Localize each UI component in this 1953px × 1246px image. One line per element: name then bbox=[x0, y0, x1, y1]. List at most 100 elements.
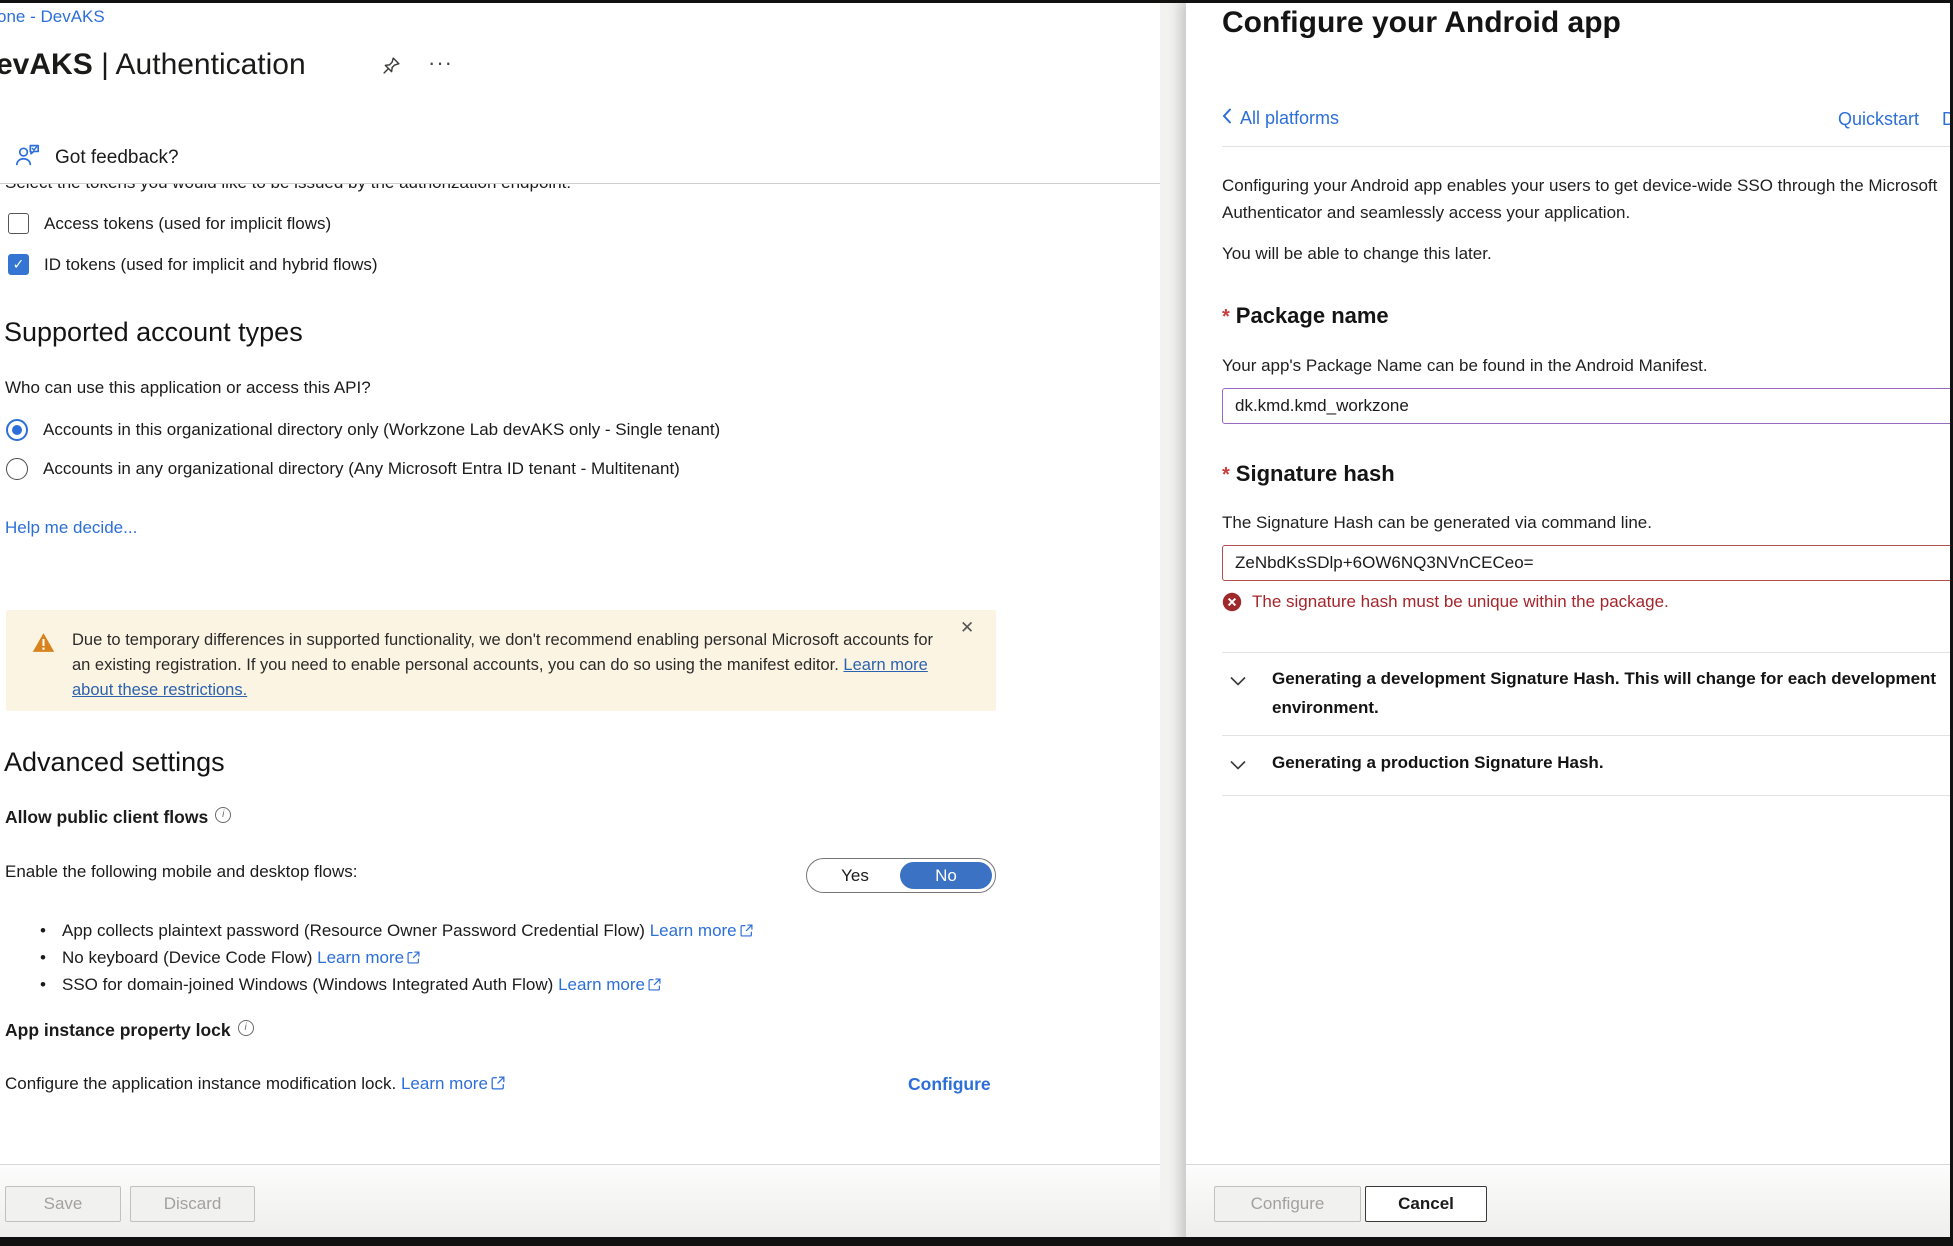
all-platforms-back-link[interactable]: All platforms bbox=[1222, 108, 1339, 129]
app-lock-description: Configure the application instance modif… bbox=[5, 1074, 396, 1093]
toggle-no-option[interactable]: No bbox=[900, 862, 992, 889]
allow-public-client-flows-label: Allow public client flows bbox=[5, 807, 208, 828]
app-instance-property-lock-row: App instance property lock i bbox=[5, 1020, 254, 1041]
access-tokens-label: Access tokens (used for implicit flows) bbox=[44, 214, 331, 234]
id-tokens-checkbox-row: ✓ ID tokens (used for implicit and hybri… bbox=[8, 254, 378, 275]
azure-portal-screen: Select the tokens you would like to be i… bbox=[0, 0, 1953, 1246]
chevron-left-icon bbox=[1222, 108, 1232, 129]
cancel-button[interactable]: Cancel bbox=[1365, 1186, 1487, 1222]
feedback-icon bbox=[14, 143, 41, 173]
configure-button[interactable]: Configure bbox=[1214, 1186, 1361, 1222]
panel-title: Configure your Android app bbox=[1222, 6, 1621, 40]
learn-more-link[interactable]: Learn more bbox=[558, 975, 645, 994]
warning-text: Due to temporary differences in supporte… bbox=[72, 628, 952, 703]
learn-more-link[interactable]: Learn more bbox=[650, 921, 737, 940]
flow-text: No keyboard (Device Code Flow) bbox=[62, 948, 312, 967]
divider bbox=[1222, 735, 1953, 736]
panel-intro-text: Configuring your Android app enables you… bbox=[1222, 172, 1942, 226]
allow-public-client-flows-row: Allow public client flows i bbox=[5, 807, 231, 828]
package-name-description: Your app's Package Name can be found in … bbox=[1222, 352, 1708, 379]
prod-signature-hash-accordion[interactable]: Generating a production Signature Hash. bbox=[1230, 748, 1953, 777]
panel-footer: Configure Cancel bbox=[1186, 1164, 1953, 1238]
access-tokens-checkbox[interactable] bbox=[8, 213, 29, 234]
multitenant-label: Accounts in any organizational directory… bbox=[43, 459, 680, 479]
info-icon[interactable]: i bbox=[238, 1020, 254, 1036]
dev-signature-hash-accordion[interactable]: Generating a development Signature Hash.… bbox=[1230, 664, 1953, 722]
single-tenant-radio[interactable] bbox=[6, 419, 28, 441]
panel-note-text: You will be able to change this later. bbox=[1222, 240, 1492, 267]
info-icon[interactable]: i bbox=[215, 807, 231, 823]
list-item: •App collects plaintext password (Resour… bbox=[40, 918, 753, 945]
help-me-decide-link[interactable]: Help me decide... bbox=[5, 518, 137, 538]
warning-message: Due to temporary differences in supporte… bbox=[72, 631, 933, 674]
bullet-icon: • bbox=[40, 918, 62, 944]
external-link-icon bbox=[491, 1075, 505, 1095]
app-instance-property-lock-label: App instance property lock bbox=[5, 1020, 231, 1041]
list-item: •No keyboard (Device Code Flow) Learn mo… bbox=[40, 945, 753, 972]
divider bbox=[1222, 146, 1953, 147]
close-icon[interactable]: ✕ bbox=[960, 618, 974, 638]
package-name-label-text: Package name bbox=[1236, 303, 1389, 328]
external-link-icon bbox=[407, 946, 420, 972]
got-feedback-label: Got feedback? bbox=[55, 147, 179, 169]
got-feedback-button[interactable]: Got feedback? bbox=[14, 143, 179, 173]
app-lock-description-row: Configure the application instance modif… bbox=[5, 1074, 505, 1095]
access-tokens-checkbox-row: Access tokens (used for implicit flows) bbox=[8, 213, 331, 234]
supported-account-types-heading: Supported account types bbox=[4, 317, 303, 348]
public-client-flows-toggle[interactable]: Yes No bbox=[806, 858, 996, 893]
signature-hash-label: * Signature hash bbox=[1222, 461, 1395, 487]
external-link-icon bbox=[648, 973, 661, 999]
learn-more-link[interactable]: Learn more bbox=[317, 948, 404, 967]
multitenant-radio[interactable] bbox=[6, 458, 28, 480]
personal-accounts-warning-banner: Due to temporary differences in supporte… bbox=[6, 610, 996, 711]
save-button[interactable]: Save bbox=[5, 1186, 121, 1222]
error-text: The signature hash must be unique within… bbox=[1252, 592, 1669, 612]
list-item: •SSO for domain-joined Windows (Windows … bbox=[40, 972, 753, 999]
configure-app-lock-link[interactable]: Configure bbox=[908, 1074, 991, 1095]
single-tenant-label: Accounts in this organizational director… bbox=[43, 420, 720, 440]
quickstart-link[interactable]: Quickstart bbox=[1838, 109, 1919, 130]
discard-button[interactable]: Discard bbox=[130, 1186, 255, 1222]
blade-name: | Authentication bbox=[101, 48, 306, 81]
required-icon: * bbox=[1222, 306, 1230, 328]
chevron-down-icon bbox=[1230, 757, 1246, 775]
blade-footer: Save Discard bbox=[0, 1164, 1160, 1238]
signature-hash-input[interactable] bbox=[1222, 545, 1953, 581]
pin-icon[interactable] bbox=[382, 56, 401, 80]
chevron-down-icon bbox=[1230, 673, 1246, 691]
signature-hash-description: The Signature Hash can be generated via … bbox=[1222, 509, 1652, 536]
page-title: evAKS | Authentication bbox=[0, 48, 306, 82]
bullet-icon: • bbox=[40, 945, 62, 971]
id-tokens-label: ID tokens (used for implicit and hybrid … bbox=[44, 255, 378, 275]
account-types-question: Who can use this application or access t… bbox=[5, 378, 371, 398]
advanced-settings-heading: Advanced settings bbox=[4, 747, 225, 778]
pane-gutter bbox=[1160, 0, 1186, 1246]
package-name-label: * Package name bbox=[1222, 303, 1389, 329]
toggle-yes-option[interactable]: Yes bbox=[807, 866, 903, 886]
screen-edge-top bbox=[0, 0, 1953, 3]
flow-text: App collects plaintext password (Resourc… bbox=[62, 921, 645, 940]
enable-flows-label: Enable the following mobile and desktop … bbox=[5, 862, 358, 882]
more-menu-icon[interactable]: ··· bbox=[428, 50, 453, 76]
bullet-icon: • bbox=[40, 972, 62, 998]
required-icon: * bbox=[1222, 464, 1230, 486]
package-name-input[interactable] bbox=[1222, 388, 1953, 424]
authentication-blade: Select the tokens you would like to be i… bbox=[0, 0, 1160, 1246]
breadcrumb[interactable]: one - DevAKS bbox=[0, 7, 105, 27]
configure-android-app-panel: Configure your Android app All platforms… bbox=[1186, 0, 1953, 1246]
signature-hash-label-text: Signature hash bbox=[1236, 461, 1395, 486]
flow-text: SSO for domain-joined Windows (Windows I… bbox=[62, 975, 553, 994]
mobile-desktop-flows-list: •App collects plaintext password (Resour… bbox=[40, 918, 753, 999]
all-platforms-label: All platforms bbox=[1240, 108, 1339, 129]
error-icon bbox=[1222, 592, 1242, 617]
app-lock-learn-more-link[interactable]: Learn more bbox=[401, 1074, 488, 1093]
dev-signature-hash-accordion-label: Generating a development Signature Hash.… bbox=[1272, 664, 1953, 722]
divider bbox=[1222, 795, 1953, 796]
check-icon: ✓ bbox=[13, 256, 25, 273]
prod-signature-hash-accordion-label: Generating a production Signature Hash. bbox=[1272, 748, 1953, 777]
id-tokens-checkbox[interactable]: ✓ bbox=[8, 254, 29, 275]
blade-header: one - DevAKS evAKS | Authentication ··· bbox=[0, 0, 1160, 184]
multitenant-radio-row: Accounts in any organizational directory… bbox=[6, 458, 680, 480]
external-link-icon bbox=[740, 919, 753, 945]
single-tenant-radio-row: Accounts in this organizational director… bbox=[6, 419, 720, 441]
